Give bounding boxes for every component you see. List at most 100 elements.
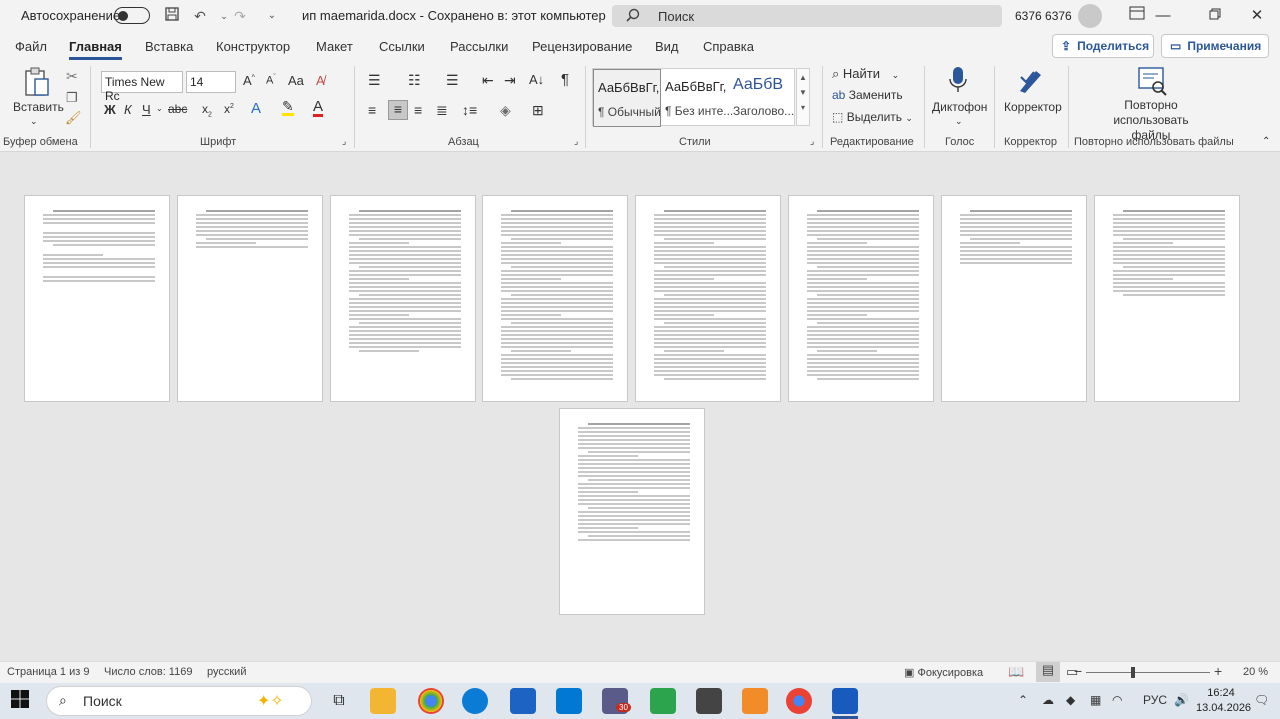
underline-icon[interactable]: Ч	[142, 102, 151, 117]
cut-icon[interactable]: ✂	[66, 68, 78, 85]
font-dialog-launcher-icon[interactable]: ⌟	[342, 136, 346, 147]
underline-dropdown-icon[interactable]: ⌄	[156, 104, 163, 113]
redo-icon[interactable]: ↷	[230, 6, 250, 26]
superscript-icon[interactable]: x2	[224, 102, 234, 116]
clear-format-icon[interactable]: A̸	[316, 73, 325, 88]
taskbar-search[interactable]: ⌕ Поиск ✦✧	[46, 686, 312, 716]
grow-font-icon[interactable]: A^	[243, 73, 255, 88]
zoom-in-icon[interactable]: +	[1214, 663, 1222, 679]
align-left-icon[interactable]: ≡	[368, 102, 376, 118]
subscript-icon[interactable]: x2	[202, 102, 212, 118]
change-case-icon[interactable]: Aa	[288, 73, 304, 88]
show-marks-icon[interactable]: ¶	[561, 71, 569, 88]
paragraph-dialog-launcher-icon[interactable]: ⌟	[574, 136, 578, 147]
word-icon[interactable]	[832, 688, 858, 714]
edge-icon[interactable]	[462, 688, 488, 714]
cloud-icon[interactable]: ☁	[1042, 693, 1054, 707]
tab-design[interactable]: Конструктор	[216, 39, 290, 54]
page-thumbnail[interactable]	[482, 195, 628, 402]
style-no-spacing[interactable]: АаБбВвГг, ¶ Без инте...	[661, 69, 733, 127]
highlight-icon[interactable]: ✎	[282, 99, 294, 116]
borders-icon[interactable]: ⊞	[532, 102, 544, 119]
tab-review[interactable]: Рецензирование	[532, 39, 632, 54]
chrome-icon[interactable]	[418, 688, 444, 714]
bullets-icon[interactable]: ☰	[368, 72, 381, 89]
keyboard-language[interactable]: РУС	[1143, 693, 1167, 707]
styles-dialog-launcher-icon[interactable]: ⌟	[810, 136, 814, 147]
focus-mode-button[interactable]: ▣ Фокусировка	[904, 666, 983, 679]
page-thumbnail[interactable]	[941, 195, 1087, 402]
tab-help[interactable]: Справка	[703, 39, 754, 54]
shading-icon[interactable]: ◈	[500, 102, 511, 119]
tab-references[interactable]: Ссылки	[379, 39, 425, 54]
page-thumbnail[interactable]	[330, 195, 476, 402]
word-count[interactable]: Число слов: 1169	[104, 666, 192, 678]
line-spacing-icon[interactable]: ↕≡	[462, 102, 477, 118]
outlook-icon[interactable]	[510, 688, 536, 714]
wifi-icon[interactable]: ◠	[1112, 693, 1122, 707]
user-name[interactable]: 6376 6376	[1015, 9, 1072, 23]
scroll-up-icon[interactable]: ▲	[797, 73, 809, 82]
autosave-toggle[interactable]	[114, 7, 150, 24]
save-icon[interactable]	[162, 6, 182, 26]
font-size-select[interactable]: 14	[186, 71, 236, 93]
style-normal[interactable]: АаБбВвГг, ¶ Обычный	[593, 69, 661, 127]
tab-layout[interactable]: Макет	[316, 39, 353, 54]
task-view-icon[interactable]: ⧉	[326, 688, 352, 714]
justify-icon[interactable]: ≣	[436, 102, 448, 119]
replace-button[interactable]: ab Заменить	[832, 88, 903, 102]
align-center-icon[interactable]: ≡	[388, 100, 408, 120]
zoom-out-icon[interactable]: −	[1074, 663, 1082, 679]
share-button[interactable]: ⇪ Поделиться	[1052, 34, 1154, 58]
shrink-font-icon[interactable]: Aˇ	[266, 74, 276, 87]
dictate-dropdown-icon[interactable]: ⌄	[955, 116, 963, 127]
font-color-icon[interactable]: A	[313, 99, 324, 117]
search-box[interactable]: Поиск	[612, 5, 1002, 27]
tab-view[interactable]: Вид	[655, 39, 679, 54]
page-thumbnail[interactable]	[24, 195, 170, 402]
style-heading[interactable]: АаБбВ Заголово...	[729, 69, 797, 127]
font-name-select[interactable]: Times New Rc	[101, 71, 183, 103]
select-button[interactable]: ⬚ Выделить ⌄	[832, 110, 913, 124]
align-right-icon[interactable]: ≡	[414, 102, 422, 118]
collapse-ribbon-icon[interactable]: ⌃	[1262, 136, 1270, 147]
tab-mailings[interactable]: Рассылки	[450, 39, 508, 54]
zoom-level[interactable]: 20 %	[1243, 666, 1268, 678]
page-thumbnail[interactable]	[635, 195, 781, 402]
editor-icon[interactable]	[1016, 65, 1046, 102]
find-button[interactable]: ⌕ Найти ⌄	[832, 66, 899, 82]
page-count[interactable]: Страница 1 из 9	[7, 666, 89, 678]
more-styles-icon[interactable]: ▾	[797, 103, 809, 112]
bold-icon[interactable]: Ж	[104, 102, 116, 117]
windows-start-icon[interactable]	[10, 689, 34, 713]
read-mode-icon[interactable]: 📖	[1008, 664, 1024, 680]
chrome-icon[interactable]	[786, 688, 812, 714]
print-layout-icon[interactable]: ▤	[1036, 662, 1060, 682]
dictate-label[interactable]: Диктофон	[932, 100, 987, 114]
editor-label[interactable]: Корректор	[1004, 100, 1062, 114]
notifications-icon[interactable]: 🗨	[1254, 693, 1269, 707]
microphone-icon[interactable]	[944, 65, 972, 102]
app-icon[interactable]	[696, 688, 722, 714]
tab-insert[interactable]: Вставка	[145, 39, 193, 54]
document-canvas[interactable]	[0, 152, 1280, 661]
document-title[interactable]: ип maemarida.docx - Сохранено в: этот ко…	[302, 8, 620, 24]
file-explorer-icon[interactable]	[370, 688, 396, 714]
paste-dropdown-icon[interactable]: ⌄	[30, 116, 38, 127]
minimize-icon[interactable]: —	[1140, 0, 1186, 32]
strikethrough-icon[interactable]: abc	[168, 102, 187, 116]
page-thumbnail[interactable]	[177, 195, 323, 402]
multilevel-list-icon[interactable]: ☰	[446, 72, 459, 89]
app-tray-icon[interactable]: ▦	[1090, 693, 1101, 707]
speaker-icon[interactable]: 🔊	[1174, 693, 1189, 707]
page-thumbnail[interactable]	[559, 408, 705, 615]
dropbox-icon[interactable]: ◆	[1066, 693, 1075, 707]
sort-icon[interactable]: A↓	[529, 72, 544, 87]
mail-icon[interactable]	[556, 688, 582, 714]
comments-button[interactable]: ▭ Примечания	[1161, 34, 1269, 58]
page-thumbnail[interactable]	[788, 195, 934, 402]
page-thumbnail[interactable]	[1094, 195, 1240, 402]
increase-indent-icon[interactable]: ⇥	[504, 72, 516, 89]
chevron-up-icon[interactable]: ⌃	[1018, 693, 1028, 707]
app-icon[interactable]	[650, 688, 676, 714]
